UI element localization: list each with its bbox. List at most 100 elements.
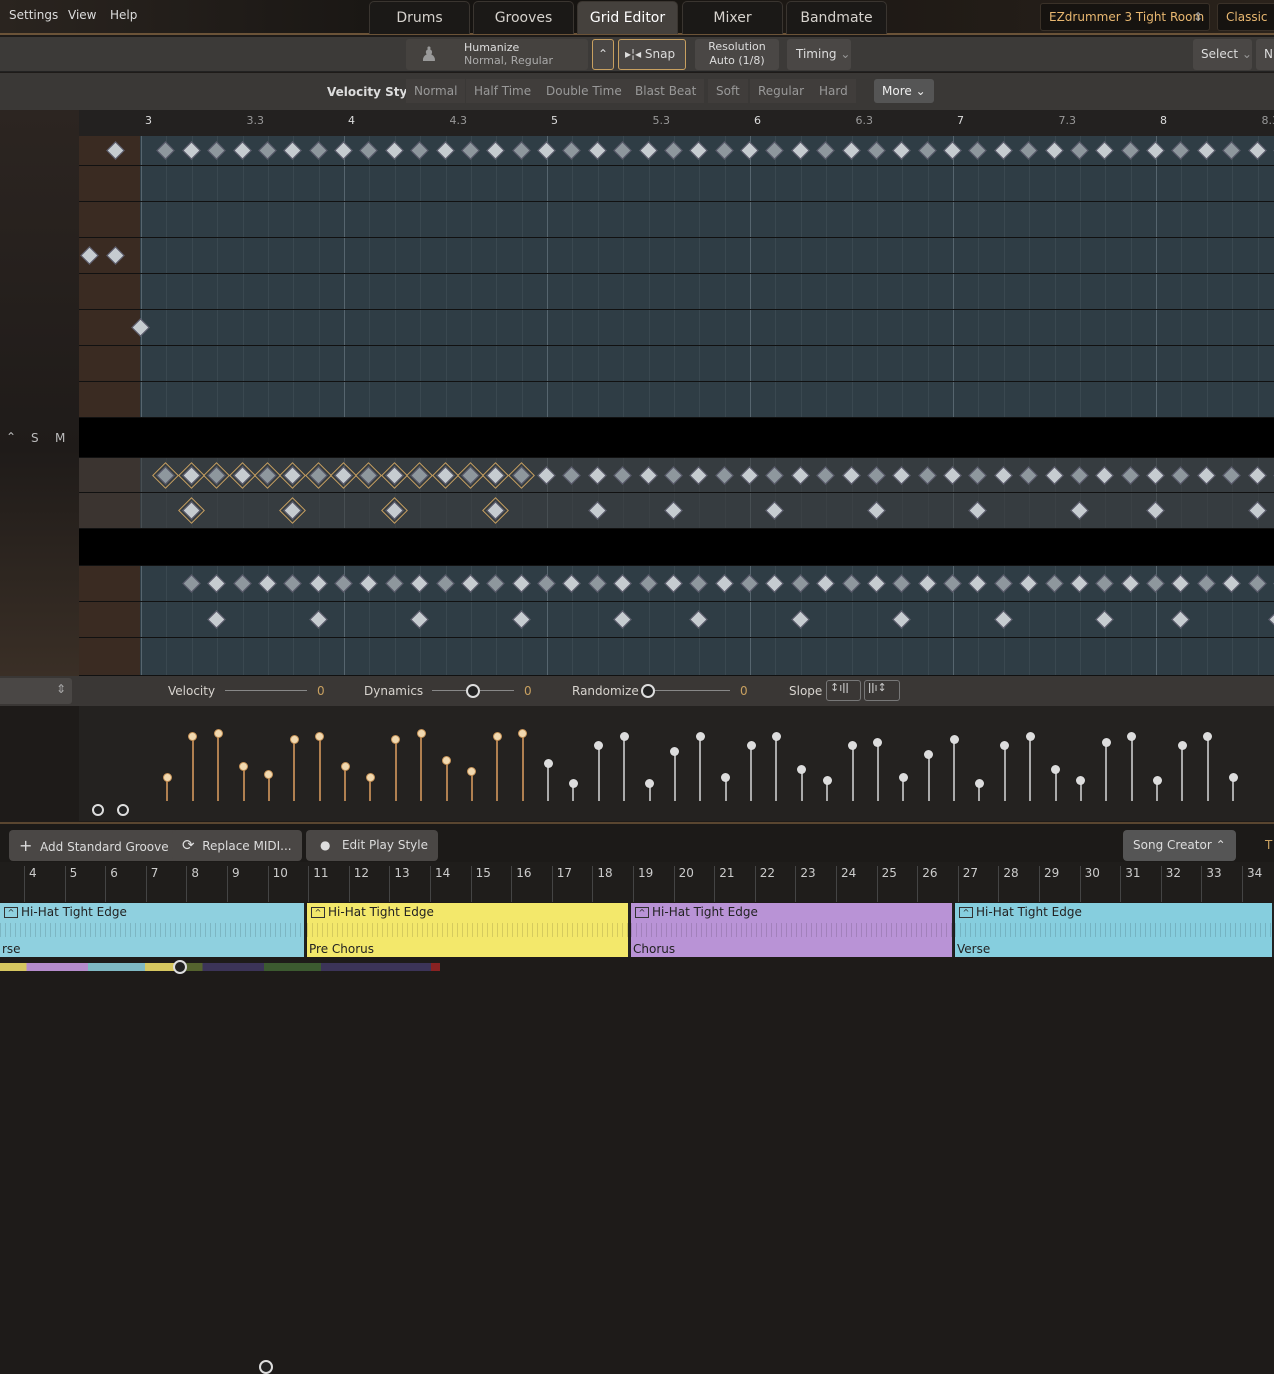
note[interactable] [715,466,733,484]
vs-double-time[interactable]: Double Time [538,79,630,103]
velocity-stem[interactable] [166,777,168,801]
note[interactable] [131,318,149,336]
note[interactable] [893,574,911,592]
tab-drums[interactable]: Drums [369,1,470,34]
note[interactable] [182,574,200,592]
velocity-handle[interactable] [341,762,350,771]
velocity-stem[interactable] [623,736,625,801]
note[interactable] [588,501,606,519]
note[interactable] [969,574,987,592]
note[interactable] [588,466,606,484]
drum-lane[interactable] [79,638,1274,676]
velocity-stem[interactable] [395,739,397,801]
note[interactable] [715,574,733,592]
note[interactable] [360,466,378,484]
edit-play-style-button[interactable]: ● Edit Play Style [306,830,438,861]
drum-lane[interactable] [79,202,1274,238]
note[interactable] [943,466,961,484]
note[interactable] [690,466,708,484]
velocity-stem[interactable] [852,745,854,801]
note[interactable] [537,466,555,484]
note[interactable] [385,501,403,519]
velocity-stem[interactable] [344,766,346,801]
note[interactable] [106,246,124,264]
velocity-handle[interactable] [645,779,654,788]
note[interactable] [233,466,251,484]
drum-lane[interactable] [79,493,1274,529]
note[interactable] [1096,141,1114,159]
drum-lane[interactable] [79,346,1274,382]
resolution-select[interactable]: ResolutionAuto (1/8) [695,39,779,70]
note[interactable] [1146,574,1164,592]
note[interactable] [385,466,403,484]
note[interactable] [1070,574,1088,592]
tab-bandmate[interactable]: Bandmate [786,1,887,34]
note[interactable] [1121,141,1139,159]
note[interactable] [613,610,631,628]
song-overview-scrollbar[interactable] [0,963,440,971]
velocity-handle[interactable] [950,735,959,744]
drum-lane[interactable] [79,238,1274,274]
velocity-handle[interactable] [1178,741,1187,750]
velocity-stem[interactable] [725,777,727,801]
note[interactable] [867,141,885,159]
velocity-stem[interactable] [801,769,803,801]
velocity-handle[interactable] [493,732,502,741]
note[interactable] [588,141,606,159]
note[interactable] [1248,466,1266,484]
velocity-stem[interactable] [572,783,574,801]
select-dropdown[interactable]: Select ⌄ [1193,39,1252,70]
note[interactable] [334,574,352,592]
note[interactable] [1197,574,1215,592]
note[interactable] [867,574,885,592]
note[interactable] [309,610,327,628]
note[interactable] [918,466,936,484]
timeline-ruler[interactable]: 33.344.355.366.377.388.3 [79,110,1274,136]
velocity-stem[interactable] [446,760,448,801]
velocity-handle[interactable] [899,773,908,782]
velocity-stem[interactable] [1131,736,1133,801]
note[interactable] [1121,574,1139,592]
velocity-handle[interactable] [1127,732,1136,741]
note[interactable] [994,466,1012,484]
velocity-handle[interactable] [163,773,172,782]
note[interactable] [867,466,885,484]
velocity-handle[interactable] [315,732,324,741]
collapse-icon[interactable]: ⌃ [6,430,16,444]
velocity-lane[interactable] [79,706,1274,821]
note[interactable] [639,574,657,592]
note[interactable] [360,574,378,592]
menu-help[interactable]: Help [110,8,137,22]
velocity-handle[interactable] [747,741,756,750]
velocity-handle[interactable] [569,779,578,788]
song-part[interactable]: ^Hi-Hat Tight EdgePre Chorus [307,903,630,957]
vs-regular[interactable]: Regular [750,79,812,103]
note[interactable] [816,466,834,484]
note[interactable] [233,574,251,592]
note[interactable] [969,501,987,519]
note[interactable] [1096,574,1114,592]
vs-normal[interactable]: Normal [406,79,465,103]
expand-icon[interactable]: ^ [4,907,18,918]
note[interactable] [334,466,352,484]
tab-grid-editor[interactable]: Grid Editor [577,1,678,34]
velocity-stem[interactable] [902,777,904,801]
note[interactable] [537,141,555,159]
note[interactable] [410,141,428,159]
note[interactable] [461,141,479,159]
note[interactable] [664,466,682,484]
velocity-handle[interactable] [518,729,527,738]
note[interactable] [207,141,225,159]
note[interactable] [284,574,302,592]
velocity-stem[interactable] [1080,780,1082,801]
velocity-stem[interactable] [826,780,828,801]
note[interactable] [740,574,758,592]
slope-up-button[interactable]: ↕ıǀǀ [826,680,861,701]
velocity-handle[interactable] [1203,732,1212,741]
velocity-handle[interactable] [975,779,984,788]
velocity-stem[interactable] [319,736,321,801]
velocity-stem[interactable] [649,783,651,801]
drum-lane[interactable] [79,458,1274,493]
note[interactable] [182,466,200,484]
note[interactable] [487,574,505,592]
